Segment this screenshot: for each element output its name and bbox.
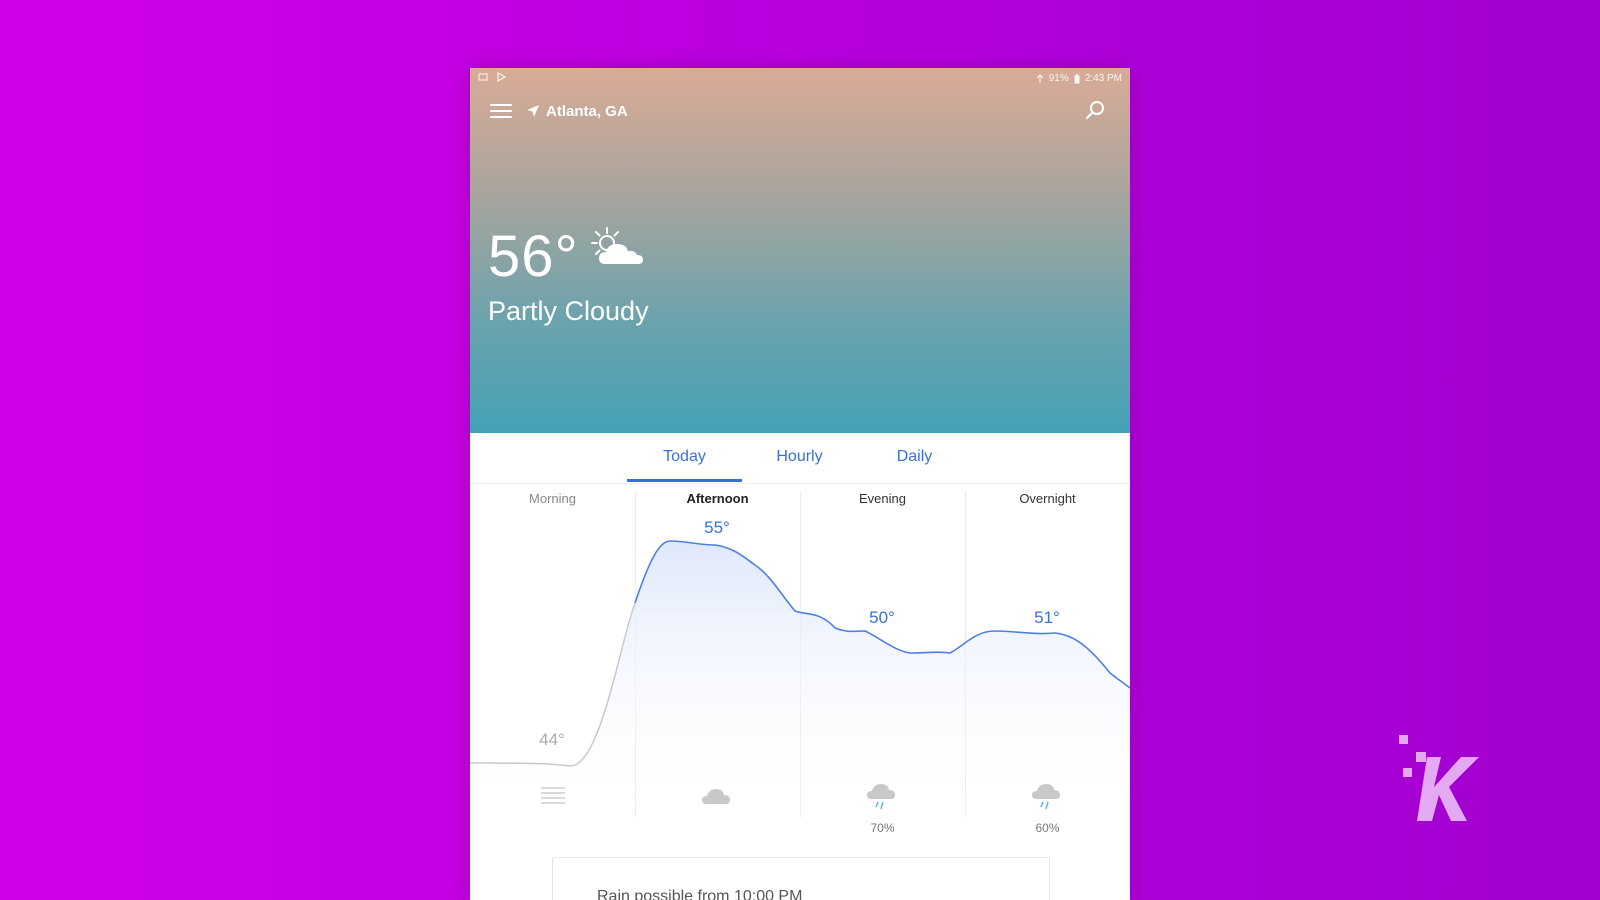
search-button[interactable] xyxy=(1082,98,1108,124)
status-left-icons xyxy=(478,72,506,82)
tab-today[interactable]: Today xyxy=(627,433,742,481)
alert-text: Rain possible from 10:00 PM xyxy=(597,888,803,900)
period-temp-overnight: 51° xyxy=(1034,608,1060,627)
location-arrow-icon xyxy=(527,105,539,117)
status-bar: 91% 2:43 PM xyxy=(470,68,1130,88)
current-conditions-header: 91% 2:43 PM Atlanta, GA 56° Partly Cloud… xyxy=(470,68,1130,433)
search-icon xyxy=(1085,101,1104,120)
tab-daily[interactable]: Daily xyxy=(857,433,972,481)
forecast-tabs: Today Hourly Daily xyxy=(470,433,1130,484)
active-tab-indicator xyxy=(627,479,742,482)
battery-percent: 91% xyxy=(1048,73,1069,84)
menu-icon xyxy=(490,104,512,118)
tab-hourly[interactable]: Hourly xyxy=(742,433,857,481)
battery-icon xyxy=(1074,73,1080,83)
precip-chance-evening: 70% xyxy=(870,821,895,835)
partly-cloudy-icon xyxy=(590,227,643,264)
notification-icon xyxy=(478,73,488,81)
period-temp-afternoon: 55° xyxy=(704,518,730,537)
current-condition: Partly Cloudy xyxy=(488,296,649,326)
current-temperature-row: 56° xyxy=(488,224,647,289)
app-bar: Atlanta, GA xyxy=(470,90,1130,132)
clock-time: 2:43 PM xyxy=(1084,73,1122,84)
temperature-curve-chart: 44° 55° 50° 51° xyxy=(470,518,1130,823)
play-store-icon xyxy=(497,72,506,82)
period-temp-evening: 50° xyxy=(869,608,895,627)
precipitation-alert-card[interactable]: Rain possible from 10:00 PM xyxy=(552,858,1050,900)
precip-chance-overnight: 60% xyxy=(1035,821,1060,835)
today-forecast-panel: Morning Afternoon Evening Overnight 44° … xyxy=(470,483,1130,835)
location-selector[interactable]: Atlanta, GA xyxy=(526,97,628,125)
phone-screen: 91% 2:43 PM Atlanta, GA 56° Partly Cloud… xyxy=(470,68,1130,900)
location-name: Atlanta, GA xyxy=(546,102,628,120)
status-right-info: 91% 2:43 PM xyxy=(1036,73,1122,84)
menu-button[interactable] xyxy=(490,100,512,122)
signal-icon xyxy=(1036,73,1044,83)
knowtechie-logo xyxy=(1399,735,1479,821)
temperature-area xyxy=(470,541,1130,823)
current-temperature: 56° xyxy=(488,224,579,289)
period-temp-morning: 44° xyxy=(539,730,565,749)
